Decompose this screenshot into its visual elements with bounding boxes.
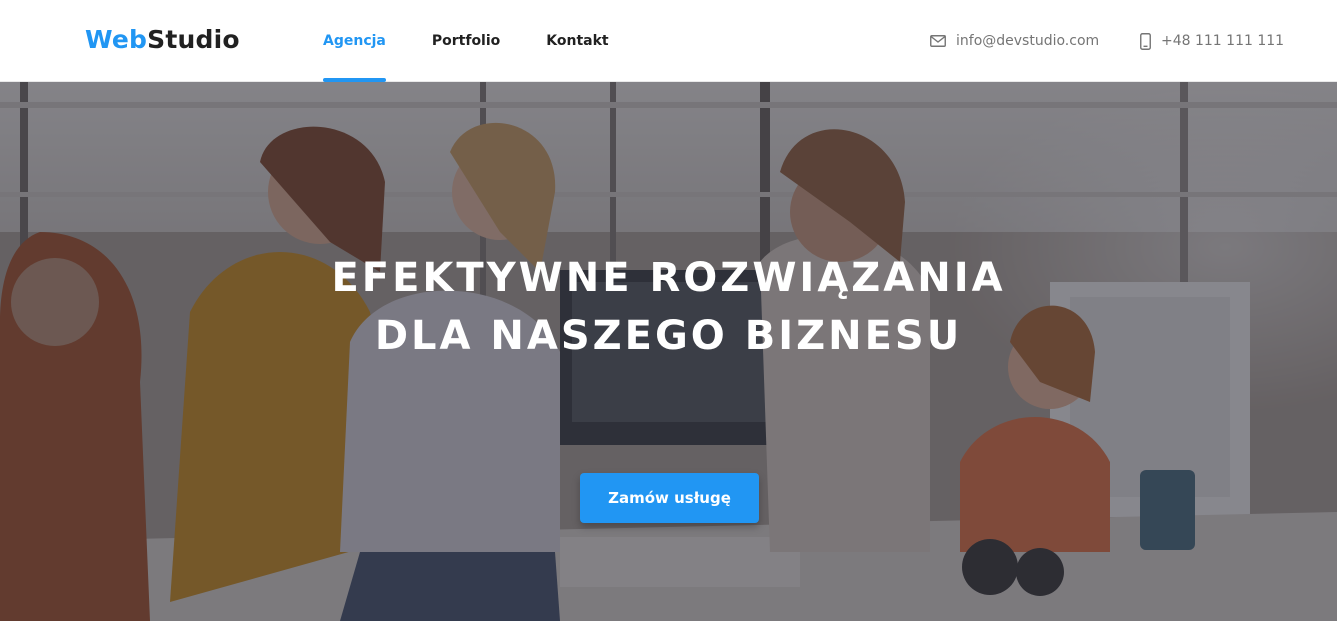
logo-part-web: Web — [85, 25, 148, 54]
main-nav: Agencja Portfolio Kontakt — [323, 0, 655, 82]
nav-item-agencja[interactable]: Agencja — [323, 0, 386, 82]
mail-icon — [930, 35, 946, 47]
email-text: info@devstudio.com — [956, 33, 1100, 49]
hero-title-line-2: DLA NASZEGO BIZNESU — [374, 313, 963, 359]
nav-item-kontakt[interactable]: Kontakt — [546, 0, 608, 82]
logo[interactable]: WebStudio — [85, 26, 240, 54]
site-header: WebStudio Agencja Portfolio Kontakt info… — [0, 0, 1337, 82]
logo-part-studio: Studio — [147, 25, 240, 54]
email-link[interactable]: info@devstudio.com — [930, 0, 1099, 82]
order-service-button[interactable]: Zamów usługę — [580, 473, 759, 523]
hero-title-line-1: EFEKTYWNE ROZWIĄZANIA — [331, 255, 1006, 301]
hero-section: EFEKTYWNE ROZWIĄZANIA DLA NASZEGO BIZNES… — [0, 82, 1337, 621]
phone-link[interactable]: +48 111 111 111 — [1140, 0, 1284, 82]
phone-icon — [1140, 32, 1151, 50]
nav-item-portfolio[interactable]: Portfolio — [432, 0, 500, 82]
phone-text: +48 111 111 111 — [1161, 33, 1285, 49]
hero-title: EFEKTYWNE ROZWIĄZANIA DLA NASZEGO BIZNES… — [0, 249, 1337, 365]
